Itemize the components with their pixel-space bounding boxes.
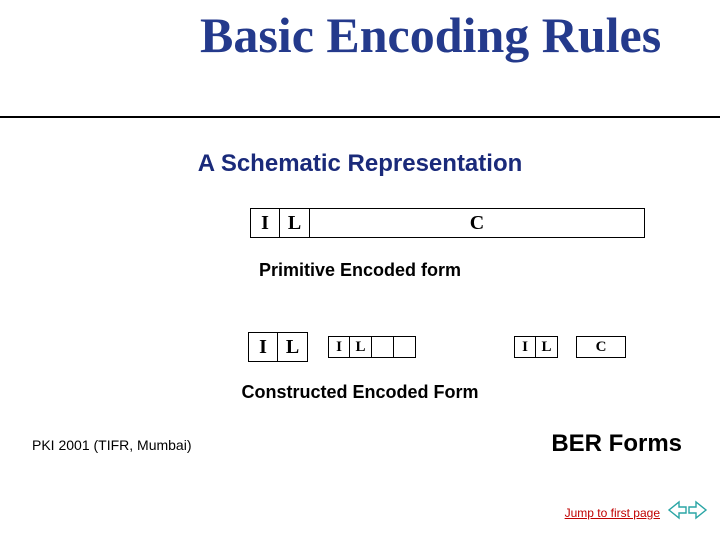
slide-title: Basic Encoding Rules xyxy=(200,10,661,60)
diagram-constructed: I L I L I L C xyxy=(248,332,630,362)
inner-tlv-1: I L xyxy=(324,332,420,362)
cell-content: C xyxy=(576,336,626,358)
prev-arrow-icon[interactable] xyxy=(667,500,687,525)
diagram-primitive: I L C xyxy=(250,208,645,238)
inner-tlv-2: I L C xyxy=(510,332,630,362)
caption-primitive: Primitive Encoded form xyxy=(0,260,720,281)
cell-identifier: I xyxy=(250,208,280,238)
cell-empty xyxy=(394,336,416,358)
slide-subtitle: A Schematic Representation xyxy=(0,150,720,178)
cell-length: L xyxy=(280,208,310,238)
footer-right: BER Forms xyxy=(551,430,682,458)
cell-length: L xyxy=(536,336,558,358)
nav-arrows xyxy=(667,500,708,525)
cell-empty xyxy=(372,336,394,358)
cell-content: C xyxy=(310,208,645,238)
cell-length: L xyxy=(350,336,372,358)
cell-identifier: I xyxy=(328,336,350,358)
caption-constructed: Constructed Encoded Form xyxy=(0,382,720,403)
footer-left: PKI 2001 (TIFR, Mumbai) xyxy=(32,437,192,453)
cell-identifier: I xyxy=(514,336,536,358)
cell-identifier: I xyxy=(248,332,278,362)
title-underline xyxy=(0,116,720,118)
next-arrow-icon[interactable] xyxy=(688,500,708,525)
jump-to-first-page-link[interactable]: Jump to first page xyxy=(565,506,660,520)
cell-length: L xyxy=(278,332,308,362)
